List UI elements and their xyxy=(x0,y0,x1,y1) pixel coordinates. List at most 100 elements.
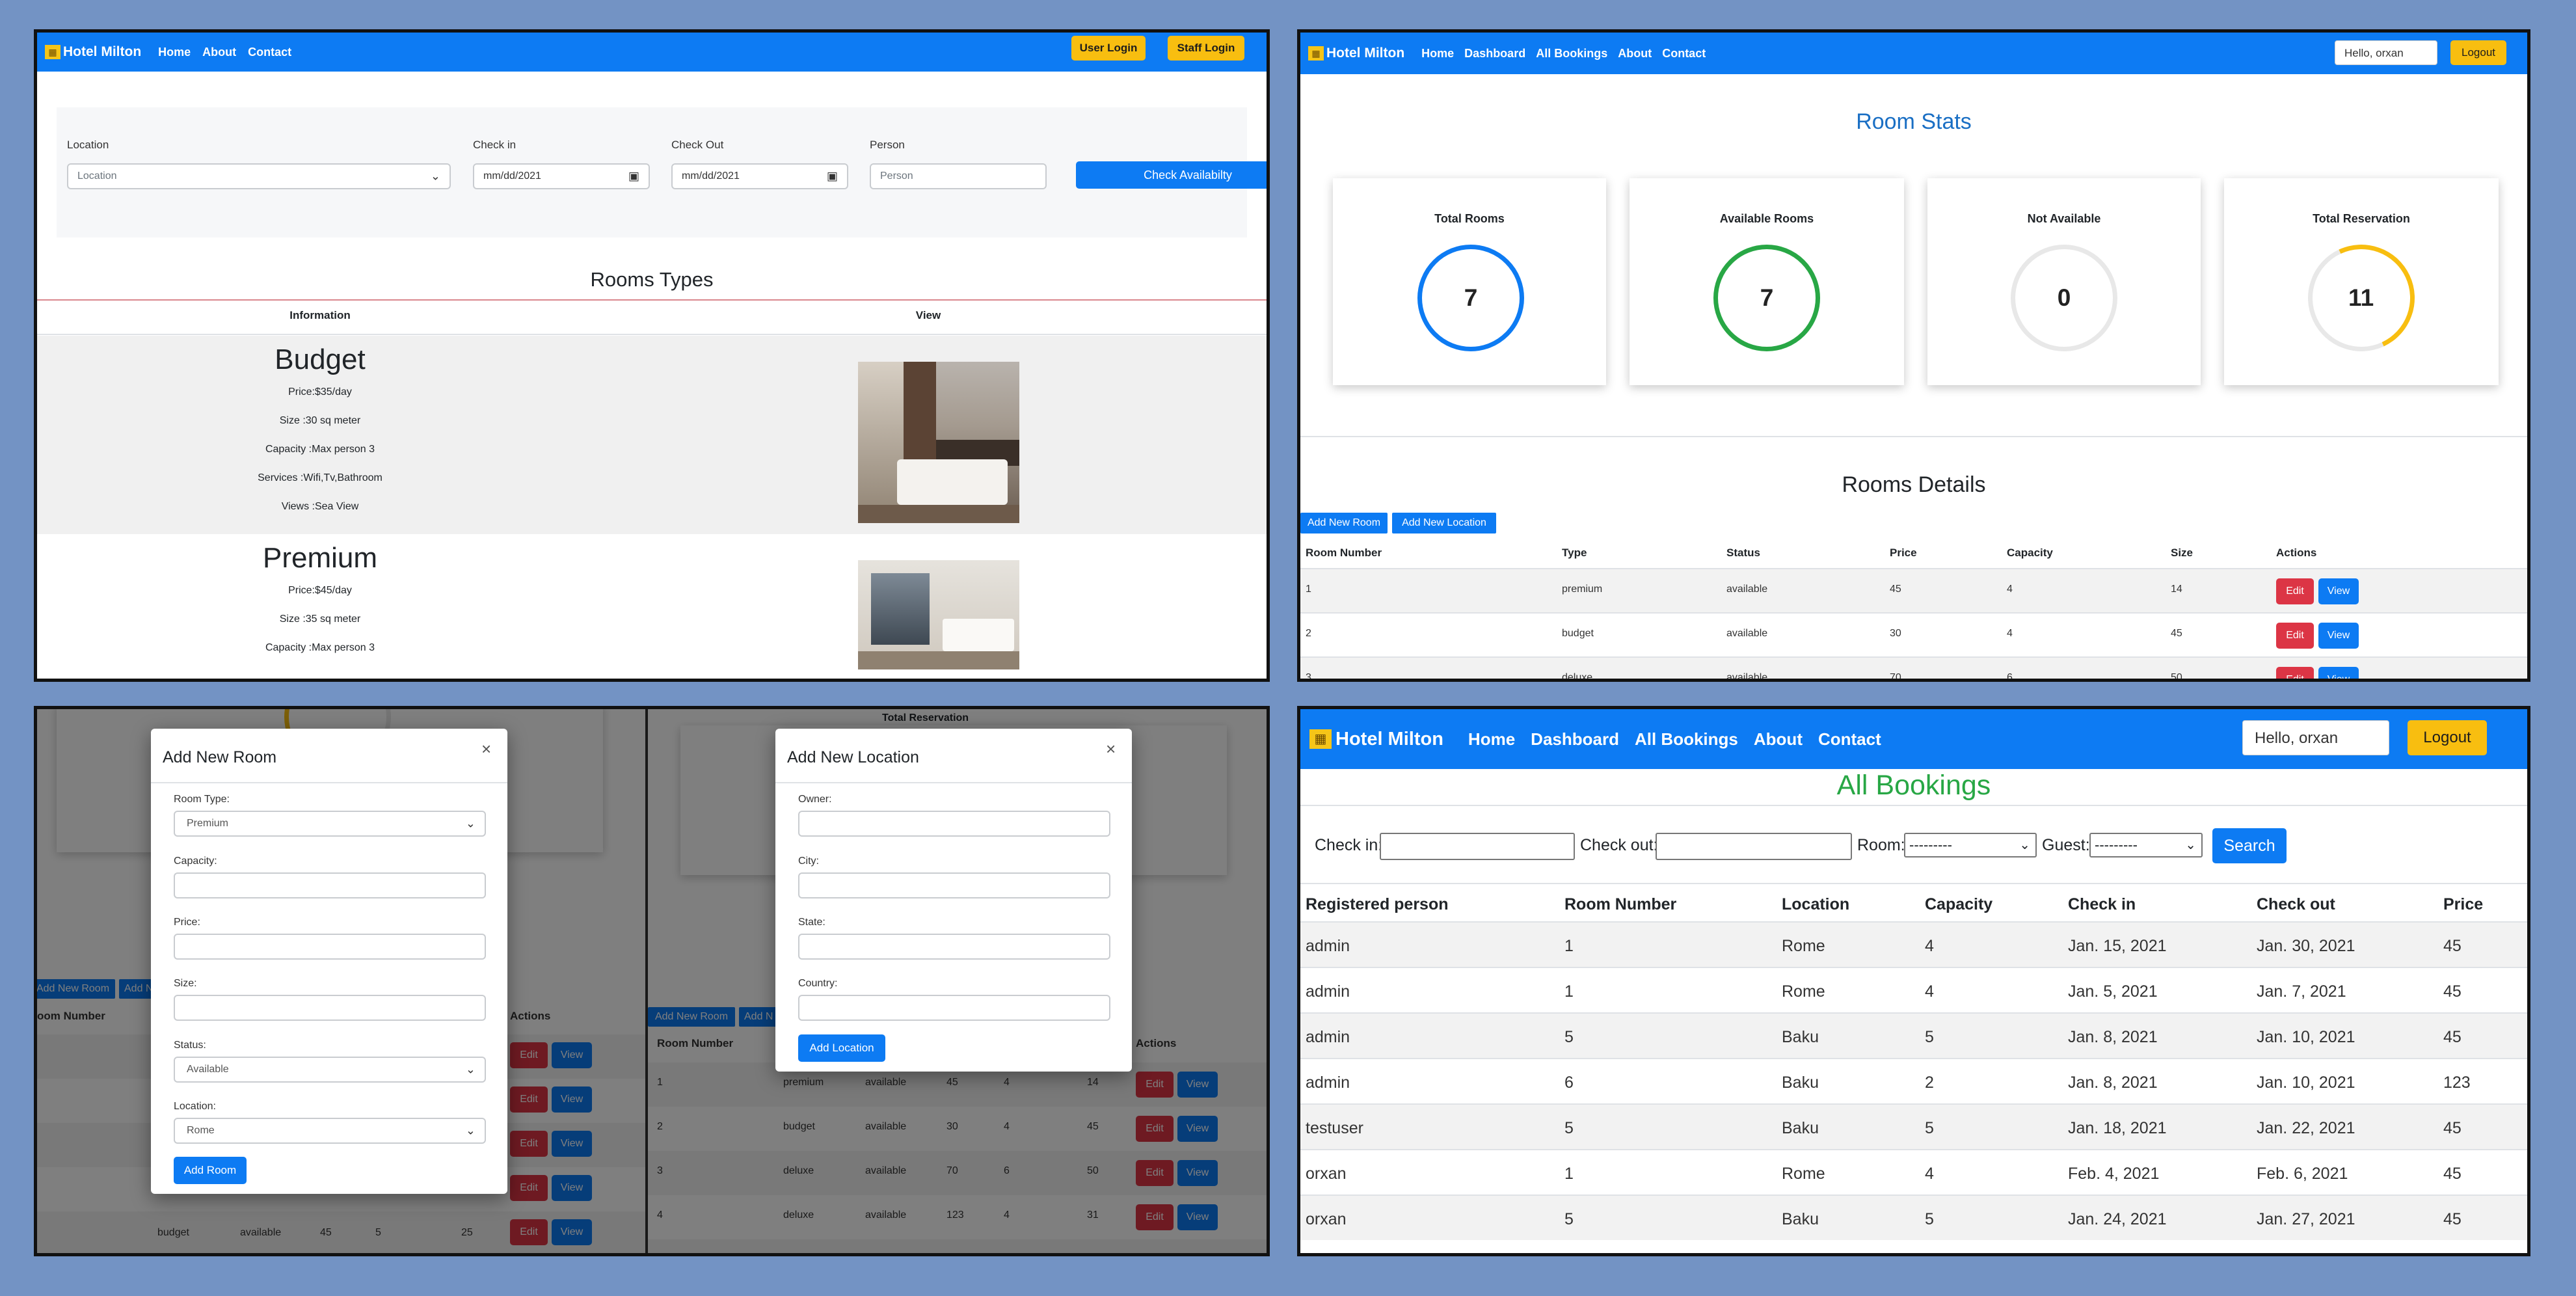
room-type-select-value: Premium xyxy=(187,818,229,829)
brand[interactable]: ▦ Hotel Milton xyxy=(1308,46,1404,61)
nav-dashboard[interactable]: Dashboard xyxy=(1531,729,1619,749)
nav-contact[interactable]: Contact xyxy=(248,46,291,59)
room-name: Premium xyxy=(262,542,378,574)
view-button[interactable]: View xyxy=(2318,578,2359,604)
city-input[interactable] xyxy=(798,872,1110,898)
add-new-location-button[interactable]: Add New Location xyxy=(1392,513,1496,533)
stat-ring: 7 xyxy=(1417,245,1524,351)
search-button[interactable]: Search xyxy=(2212,828,2287,863)
room-stats-title: Room Stats xyxy=(1856,109,1972,134)
checkout-filter-label: Check out: xyxy=(1580,836,1658,854)
nav-dashboard[interactable]: Dashboard xyxy=(1464,47,1525,61)
nav-about[interactable]: About xyxy=(202,46,236,59)
country-input[interactable] xyxy=(798,995,1110,1021)
cell-price: 45 xyxy=(2443,937,2462,955)
cell-size: 45 xyxy=(2171,628,2182,639)
staff-login-button[interactable]: Staff Login xyxy=(1168,36,1244,61)
cell-registered-person: admin xyxy=(1306,982,1350,1001)
column-view: View xyxy=(915,309,941,321)
top-navbar: ▦ Hotel Milton Home About Contact User L… xyxy=(37,33,1267,72)
edit-button[interactable]: Edit xyxy=(2276,667,2314,679)
cell-status: available xyxy=(1726,628,1768,639)
add-location-button[interactable]: Add Location xyxy=(798,1034,885,1062)
room-name: Budget xyxy=(275,344,366,375)
stat-value: 0 xyxy=(2057,284,2071,311)
table-row: orxan 5 Baku 5 Jan. 24, 2021 Jan. 27, 20… xyxy=(1300,1195,2527,1240)
nav-links: Home Dashboard All Bookings About Contac… xyxy=(1468,729,1881,749)
column-information: Information xyxy=(289,309,351,321)
guest-filter-value: --------- xyxy=(2095,837,2138,853)
view-button[interactable]: View xyxy=(2318,623,2359,649)
brand-name: Hotel Milton xyxy=(1326,46,1405,61)
location-select[interactable]: Rome ⌄ xyxy=(174,1118,486,1144)
nav-contact[interactable]: Contact xyxy=(1662,47,1706,61)
view-button[interactable]: View xyxy=(2318,667,2359,679)
cell-room-number: 5 xyxy=(1564,1028,1574,1046)
user-greeting-field[interactable]: Hello, orxan xyxy=(2335,40,2437,65)
state-input[interactable] xyxy=(798,934,1110,960)
cell-price: 45 xyxy=(2443,982,2462,1001)
nav-about[interactable]: About xyxy=(1754,729,1803,749)
cell-location: Rome xyxy=(1782,982,1825,1001)
bookings-table: Registered person Room Number Location C… xyxy=(1300,884,2527,1253)
close-icon[interactable]: × xyxy=(1106,739,1116,759)
cell-capacity: 4 xyxy=(1925,982,1934,1001)
nav-all-bookings[interactable]: All Bookings xyxy=(1635,729,1738,749)
nav-home[interactable]: Home xyxy=(1421,47,1454,61)
add-new-room-button[interactable]: Add New Room xyxy=(1300,513,1388,533)
brand[interactable]: ▦ Hotel Milton xyxy=(45,44,141,60)
guest-filter-select[interactable]: --------- ⌄ xyxy=(2089,833,2203,857)
room-price: Price:$35/day xyxy=(288,386,352,398)
size-input[interactable] xyxy=(174,995,486,1021)
rooms-details-title: Rooms Details xyxy=(1842,472,1986,497)
checkin-date-placeholder: mm/dd/2021 xyxy=(483,170,541,182)
calendar-icon[interactable]: ▣ xyxy=(628,170,639,183)
owner-input[interactable] xyxy=(798,811,1110,837)
cell-price: 30 xyxy=(1890,628,1901,639)
column-capacity: Capacity xyxy=(2007,547,2053,559)
person-input[interactable]: Person xyxy=(870,163,1047,189)
user-login-button[interactable]: User Login xyxy=(1071,36,1146,61)
column-room-number: Room Number xyxy=(1564,895,1677,913)
nav-home[interactable]: Home xyxy=(158,46,191,59)
cell-check-out: Jan. 27, 2021 xyxy=(2257,1210,2355,1228)
table-row: 1 premium available 45 4 14 Edit View xyxy=(1300,568,2527,612)
user-greeting-field[interactable]: Hello, orxan xyxy=(2242,720,2389,755)
modal-header-divider xyxy=(775,782,1132,783)
modal-title: Add New Location xyxy=(787,748,919,766)
add-room-button[interactable]: Add Room xyxy=(174,1157,247,1184)
nav-contact[interactable]: Contact xyxy=(1818,729,1881,749)
capacity-input[interactable] xyxy=(174,872,486,898)
room-filter-select[interactable]: --------- ⌄ xyxy=(1904,833,2037,857)
nav-all-bookings[interactable]: All Bookings xyxy=(1536,47,1607,61)
edit-button[interactable]: Edit xyxy=(2276,623,2314,649)
checkin-filter-input[interactable] xyxy=(1380,833,1575,860)
table-row: 2 budget available 30 4 45 Edit View xyxy=(1300,612,2527,656)
close-icon[interactable]: × xyxy=(481,739,491,759)
cell-type: premium xyxy=(1562,584,1603,595)
brand[interactable]: ▦ Hotel Milton xyxy=(1309,729,1443,750)
edit-button[interactable]: Edit xyxy=(2276,578,2314,604)
cell-capacity: 5 xyxy=(1925,1028,1934,1046)
top-navbar: ▦ Hotel Milton Home Dashboard All Bookin… xyxy=(1300,709,2527,769)
availability-search-form: Location Location ⌄ Check in mm/dd/2021 … xyxy=(57,107,1267,237)
calendar-icon[interactable]: ▣ xyxy=(827,170,838,183)
hotel-logo-icon: ▦ xyxy=(45,45,60,59)
nav-links: Home Dashboard All Bookings About Contac… xyxy=(1421,47,1706,61)
location-select[interactable]: Location ⌄ xyxy=(67,163,451,189)
nav-home[interactable]: Home xyxy=(1468,729,1515,749)
logout-button[interactable]: Logout xyxy=(2408,720,2487,755)
nav-about[interactable]: About xyxy=(1618,47,1652,61)
cell-location: Baku xyxy=(1782,1028,1819,1046)
logout-button[interactable]: Logout xyxy=(2450,40,2506,65)
room-type-select[interactable]: Premium ⌄ xyxy=(174,811,486,837)
check-availability-button[interactable]: Check Availabilty xyxy=(1076,161,1267,189)
status-select[interactable]: Available ⌄ xyxy=(174,1057,486,1083)
cell-room-number: 3 xyxy=(1306,672,1311,682)
checkin-date-input[interactable]: mm/dd/2021 ▣ xyxy=(473,163,650,189)
checkout-filter-input[interactable] xyxy=(1656,833,1852,860)
price-input[interactable] xyxy=(174,934,486,960)
cell-check-in: Jan. 15, 2021 xyxy=(2068,937,2167,955)
cell-capacity: 5 xyxy=(1925,1210,1934,1228)
checkout-date-input[interactable]: mm/dd/2021 ▣ xyxy=(671,163,848,189)
